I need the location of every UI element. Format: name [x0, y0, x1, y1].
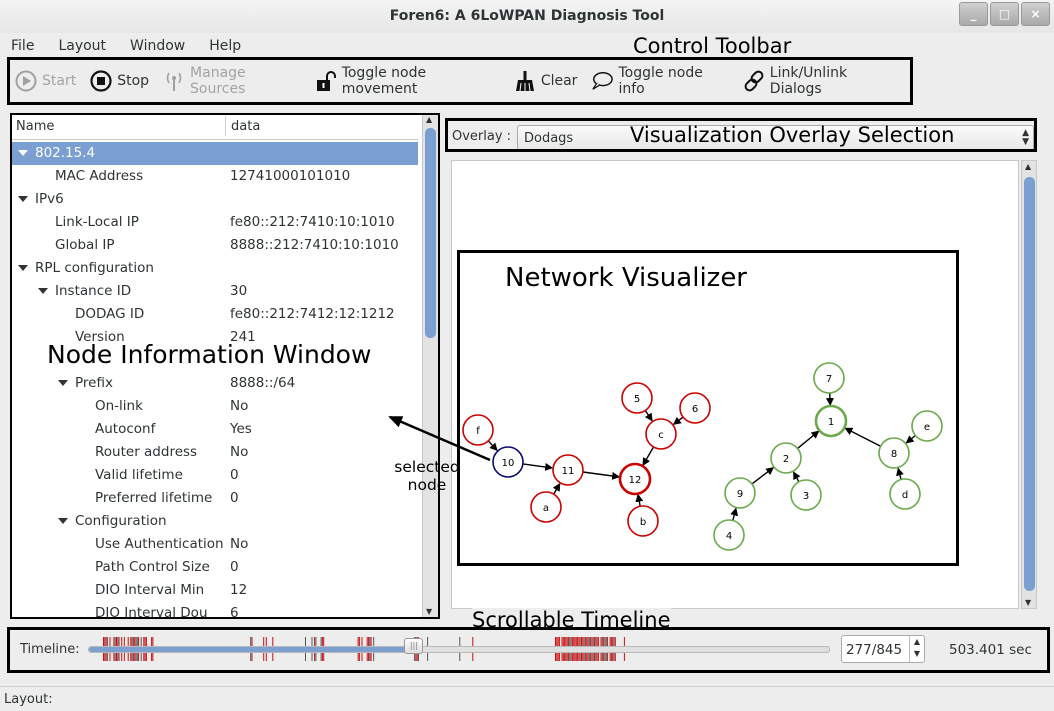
graph-node[interactable]: 1 [814, 404, 848, 438]
timeline-annotation-box [7, 627, 1050, 673]
graph-node[interactable]: f [462, 414, 494, 446]
graph-node[interactable]: 5 [621, 382, 653, 414]
graph-node[interactable]: a [530, 491, 562, 523]
graph-node-label: 5 [634, 394, 640, 405]
graph-edge [797, 430, 820, 450]
graph-edge [582, 471, 621, 480]
graph-node[interactable]: 8 [878, 437, 910, 469]
graph-node-label: 2 [783, 454, 789, 465]
graph-node-label: a [543, 503, 549, 514]
graph-edge [896, 467, 904, 480]
graph-node-label: f [476, 426, 480, 437]
graph-edge [487, 440, 498, 452]
statusbar: Layout: [0, 686, 1054, 711]
graph-node-label: 9 [737, 489, 743, 500]
graph-edge [552, 482, 561, 495]
annotation-selected-node: selected node [394, 458, 460, 494]
graph-node-label: 10 [502, 458, 515, 469]
status-text: Layout: [4, 692, 53, 707]
graph-edge [642, 446, 655, 467]
graph-edge [825, 392, 834, 407]
graph-node[interactable]: b [627, 505, 659, 537]
graph-node-label: c [658, 430, 664, 441]
graph-node-label: 12 [629, 475, 642, 486]
graph-node-label: e [924, 422, 930, 433]
graph-node[interactable]: 12 [618, 462, 652, 496]
graph-edge [635, 493, 644, 507]
graph-node[interactable]: d [889, 478, 921, 510]
graph-node-label: 11 [562, 466, 575, 477]
graph-node-label: 3 [803, 491, 809, 502]
graph-edge [672, 416, 684, 425]
graph-node-label: 4 [726, 531, 732, 542]
graph-node[interactable]: 6 [679, 392, 711, 424]
graph-node-label: 7 [826, 374, 832, 385]
graph-edge [730, 507, 739, 521]
graph-node[interactable]: e [911, 410, 943, 442]
graph-node[interactable]: 7 [813, 362, 845, 394]
graph-edge [522, 462, 554, 471]
graph-node[interactable]: 11 [552, 454, 584, 486]
graph-edge [644, 410, 653, 422]
graph-node[interactable]: c [645, 418, 677, 450]
graph-node[interactable]: 4 [713, 519, 745, 551]
graph-node-label: 8 [891, 449, 897, 460]
graph-node[interactable]: 10 [492, 446, 524, 478]
graph-node-label: 1 [828, 417, 834, 428]
graph-edge [905, 434, 916, 444]
graph-node[interactable]: 2 [770, 442, 802, 474]
graph-node-label: b [640, 517, 646, 528]
graph-edge [792, 471, 801, 483]
graph-edge [751, 467, 775, 485]
graph-node[interactable]: 9 [724, 477, 756, 509]
graph-node[interactable]: 3 [790, 479, 822, 511]
graph-node-label: d [902, 490, 908, 501]
graph-node-label: 6 [692, 404, 698, 415]
network-graph: f 10 11 a 12 b c 5 6 7 1 e 8 d 2 3 9 4 [388, 362, 943, 551]
graph-edge [844, 427, 881, 447]
